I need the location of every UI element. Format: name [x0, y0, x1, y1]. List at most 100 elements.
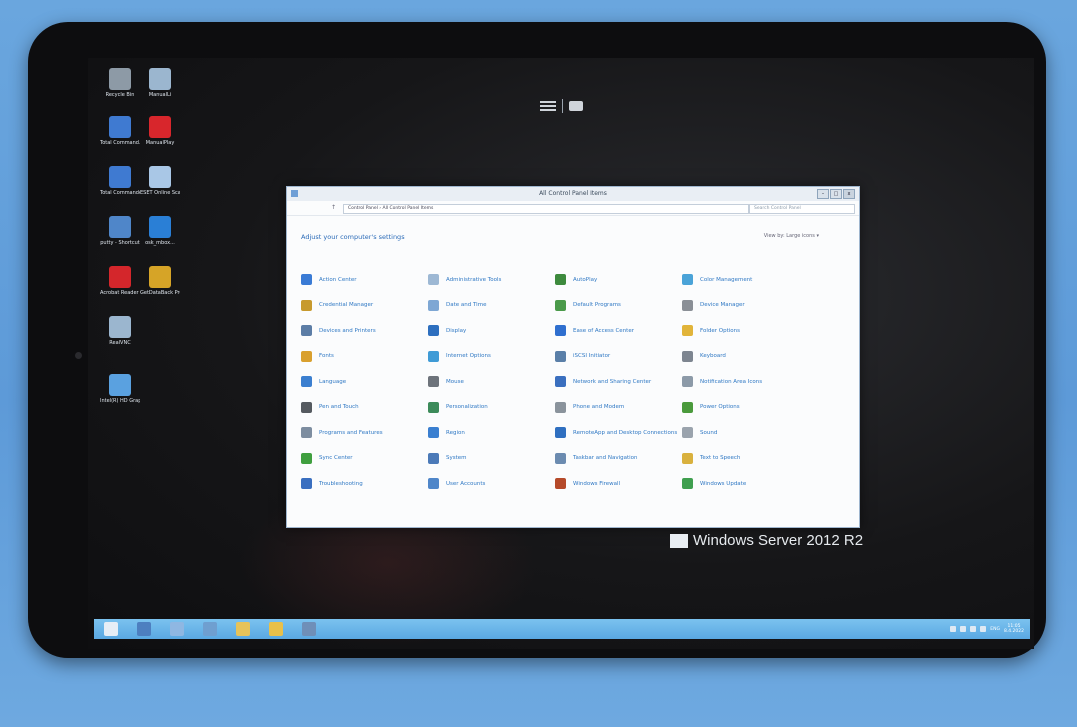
control-panel-item[interactable]: Troubleshooting: [301, 471, 428, 497]
control-panel-item[interactable]: Fonts: [301, 344, 428, 370]
explorer-icon[interactable]: [203, 622, 217, 636]
control-panel-item-icon: [301, 478, 312, 490]
control-panel-item[interactable]: iSCSI Initiator: [555, 344, 682, 370]
control-panel-item[interactable]: Pen and Touch: [301, 395, 428, 421]
desktop-icon[interactable]: Total Commander: [100, 166, 140, 196]
control-panel-item-icon: [682, 401, 693, 413]
control-panel-row: Language Mouse Network and Sharing Center N…: [301, 369, 841, 395]
control-panel-item[interactable]: Display: [428, 318, 555, 344]
address-row: ↑ Control Panel › All Control Panel Item…: [287, 201, 859, 216]
desktop-icon[interactable]: GetDataBack Pro: [140, 266, 180, 296]
control-panel-item[interactable]: Sound: [682, 420, 809, 446]
control-panel-item[interactable]: Power Options: [682, 395, 809, 421]
control-panel-item-label: Region: [446, 429, 465, 436]
app-icon: [109, 116, 131, 138]
control-panel-item[interactable]: Windows Firewall: [555, 471, 682, 497]
view-by-selector[interactable]: View by: Large icons ▾: [764, 233, 819, 239]
control-panel-item[interactable]: System: [428, 446, 555, 472]
desktop-icon[interactable]: Acrobat Reader DC: [100, 266, 140, 296]
control-panel-item-icon: [555, 427, 566, 439]
desktop-icon-label: ManualPlay: [145, 140, 175, 146]
control-panel-item-icon: [301, 452, 312, 464]
top-switcher: [540, 99, 583, 113]
control-panel-item[interactable]: Date and Time: [428, 293, 555, 319]
up-arrow-icon[interactable]: ↑: [331, 204, 336, 211]
control-panel-item-label: Fonts: [319, 353, 334, 359]
control-panel-item-icon: [428, 376, 439, 388]
desktop-icon[interactable]: ManualPlay: [140, 116, 180, 146]
control-panel-item-icon: [555, 350, 566, 362]
control-panel-item[interactable]: Ease of Access Center: [555, 318, 682, 344]
control-panel-item[interactable]: Notification Area Icons: [682, 369, 809, 395]
control-panel-item-icon: [428, 274, 439, 286]
desktop-icon-label: osk_mbox...: [145, 240, 175, 246]
ie-icon[interactable]: [269, 622, 283, 636]
control-panel-item[interactable]: Text to Speech: [682, 446, 809, 472]
control-panel-item[interactable]: Devices and Printers: [301, 318, 428, 344]
control-panel-item[interactable]: Personalization: [428, 395, 555, 421]
control-panel-item-icon: [428, 325, 439, 337]
desktop-icon[interactable]: Intel(R) HD Graphic...: [100, 374, 140, 404]
control-panel-item[interactable]: Action Center: [301, 267, 428, 293]
control-panel-item-label: Network and Sharing Center: [573, 378, 652, 385]
control-panel-item[interactable]: Region: [428, 420, 555, 446]
volume-icon[interactable]: [970, 626, 977, 632]
search-input[interactable]: Search Control Panel: [749, 204, 855, 214]
start-icon[interactable]: [104, 622, 118, 636]
control-panel-item[interactable]: RemoteApp and Desktop Connections: [555, 420, 682, 446]
flag-icon[interactable]: [980, 626, 987, 632]
server-manager-icon[interactable]: [137, 622, 151, 636]
desktop-icon[interactable]: RealVNC: [100, 316, 140, 346]
control-panel-item-label: Device Manager: [700, 302, 745, 308]
keyboard-tray-icon[interactable]: [950, 626, 957, 632]
desktop-icon[interactable]: ManualLi: [140, 68, 180, 98]
control-panel-item[interactable]: Device Manager: [682, 293, 809, 319]
control-panel-item[interactable]: Folder Options: [682, 318, 809, 344]
folder-icon[interactable]: [236, 622, 250, 636]
desktop-icon-label: ManualLi: [148, 92, 172, 98]
desktop-icon[interactable]: Total Command...: [100, 116, 140, 146]
control-panel-item[interactable]: AutoPlay: [555, 267, 682, 293]
title-bar[interactable]: All Control Panel Items – □ x: [287, 187, 859, 201]
powershell-icon[interactable]: [170, 622, 184, 636]
control-panel-item[interactable]: Sync Center: [301, 446, 428, 472]
desktop-icon[interactable]: putty - Shortcut: [100, 216, 140, 246]
control-panel-item[interactable]: Taskbar and Navigation: [555, 446, 682, 472]
menu-icon[interactable]: [540, 101, 556, 111]
control-panel-item-label: Programs and Features: [319, 429, 383, 436]
control-panel-item[interactable]: Windows Update: [682, 471, 809, 497]
control-panel-window: All Control Panel Items – □ x ↑ Control …: [286, 186, 860, 528]
desktop-icon[interactable]: ESET Online Scanner: [140, 166, 180, 196]
minimize-button[interactable]: –: [817, 189, 829, 199]
control-panel-item[interactable]: Default Programs: [555, 293, 682, 319]
control-panel-item[interactable]: Internet Options: [428, 344, 555, 370]
desktop-icon[interactable]: osk_mbox...: [140, 216, 180, 246]
control-panel-item[interactable]: Phone and Modem: [555, 395, 682, 421]
control-panel-item[interactable]: User Accounts: [428, 471, 555, 497]
control-panel-item-label: Notification Area Icons: [700, 378, 763, 385]
app-icon: [149, 216, 171, 238]
control-panel-icon[interactable]: [302, 622, 316, 636]
control-panel-item[interactable]: Keyboard: [682, 344, 809, 370]
language-indicator[interactable]: ENG: [990, 627, 1000, 632]
desktop-icon-label: Recycle Bin: [105, 92, 135, 98]
address-bar[interactable]: Control Panel › All Control Panel Items: [343, 204, 749, 214]
control-panel-item[interactable]: Network and Sharing Center: [555, 369, 682, 395]
close-button[interactable]: x: [843, 189, 855, 199]
control-panel-item[interactable]: Administrative Tools: [428, 267, 555, 293]
control-panel-item[interactable]: Language: [301, 369, 428, 395]
control-panel-item[interactable]: Color Management: [682, 267, 809, 293]
keyboard-icon[interactable]: [569, 101, 583, 111]
control-panel-item[interactable]: Mouse: [428, 369, 555, 395]
control-panel-item[interactable]: Programs and Features: [301, 420, 428, 446]
maximize-button[interactable]: □: [830, 189, 842, 199]
desktop-icon[interactable]: Recycle Bin: [100, 68, 140, 98]
control-panel-grid: Action Center Administrative Tools AutoPla…: [301, 267, 841, 497]
clock[interactable]: 11:05 8.4.2022: [1004, 624, 1024, 634]
network-icon[interactable]: [960, 626, 967, 632]
control-panel-item-icon: [301, 401, 312, 413]
control-panel-item[interactable]: Credential Manager: [301, 293, 428, 319]
control-panel-item-icon: [555, 325, 566, 337]
control-panel-item-label: Folder Options: [700, 327, 740, 334]
app-icon: [149, 68, 171, 90]
